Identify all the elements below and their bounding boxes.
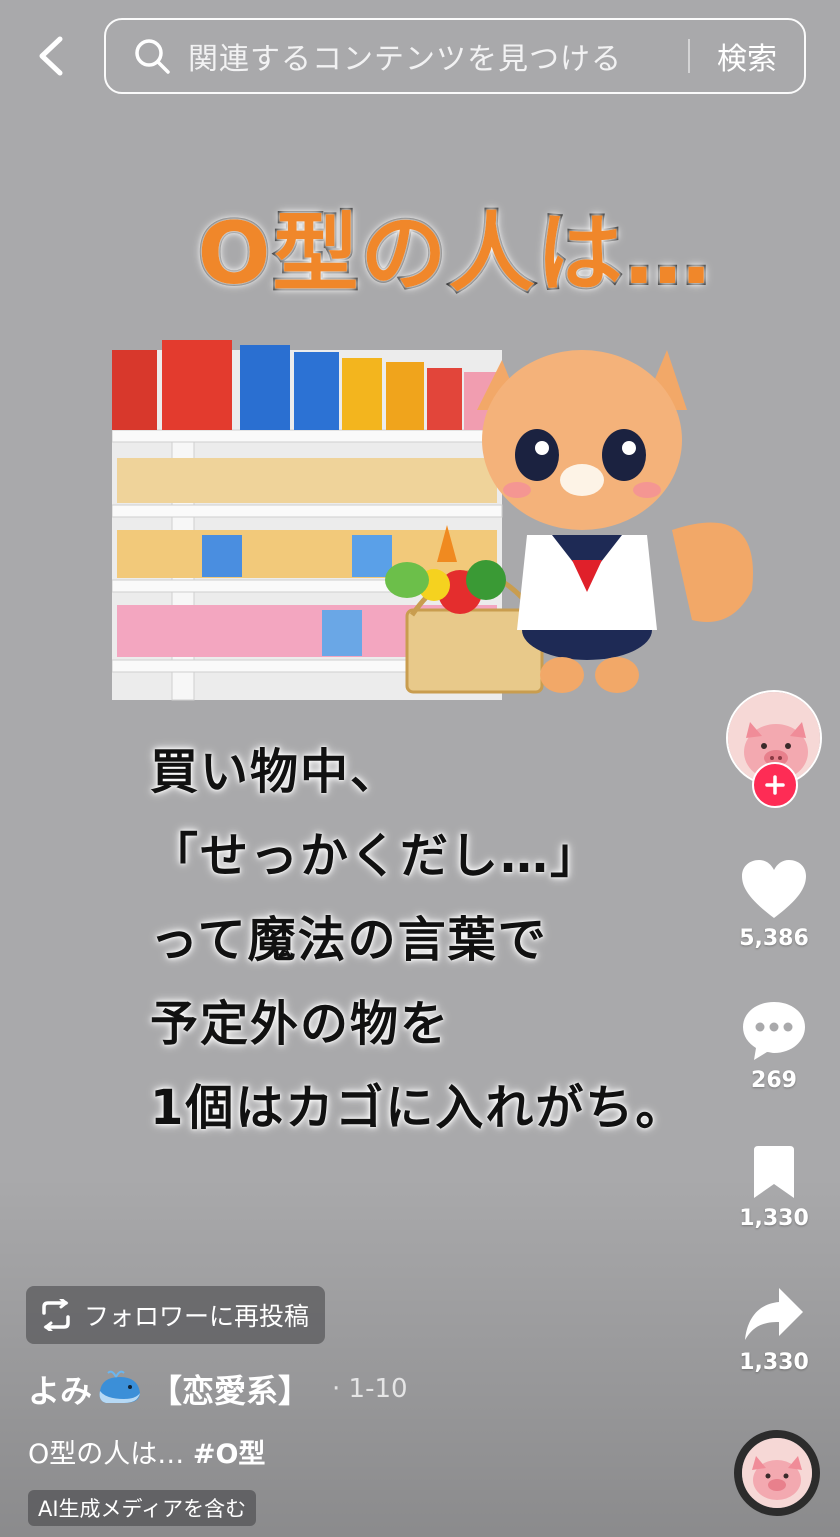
repost-button[interactable]: フォロワーに再投稿	[26, 1286, 326, 1344]
like-button[interactable]: 5,386	[728, 858, 820, 951]
search-button[interactable]: 検索	[690, 34, 804, 78]
repost-label: フォロワーに再投稿	[84, 1302, 310, 1331]
bottom-gradient	[0, 1177, 840, 1537]
author-tag: 【恋愛系】	[150, 1372, 311, 1410]
video-overlay-title: O型の人は…	[195, 202, 713, 306]
music-disc[interactable]	[734, 1430, 820, 1516]
ai-generated-label: AI生成メディアを含む	[28, 1490, 257, 1526]
search-placeholder: 関連するコンテンツを見つける	[188, 42, 622, 77]
share-button[interactable]: 1,330	[728, 1286, 820, 1375]
comment-button[interactable]: 269	[728, 1000, 820, 1093]
post-date: · 1-10	[332, 1374, 408, 1404]
share-count: 1,330	[739, 1350, 809, 1375]
comment-icon	[743, 1002, 805, 1060]
video-illustration	[112, 340, 753, 701]
bookmark-count: 1,330	[739, 1206, 809, 1231]
heart-icon	[742, 860, 806, 918]
chevron-left-icon	[39, 36, 63, 76]
repost-icon	[42, 1299, 70, 1331]
bookmark-button[interactable]: 1,330	[728, 1146, 820, 1231]
follow-button[interactable]	[752, 762, 798, 808]
caption-hashtag[interactable]: #O型	[193, 1439, 266, 1470]
video-overlay-text: 買い物中、 「せっかくだし…」 って魔法の言葉で 予定外の物を 1個はカゴに入れ…	[150, 744, 686, 1136]
video-caption: O型の人は… #O型	[28, 1432, 265, 1471]
bookmark-icon	[754, 1146, 794, 1198]
share-arrow-icon	[745, 1288, 803, 1340]
like-count: 5,386	[739, 926, 809, 951]
comment-count: 269	[751, 1068, 797, 1093]
search-input[interactable]: 関連するコンテンツを見つける 検索	[104, 18, 806, 94]
whale-emoji-icon	[99, 1370, 141, 1403]
author-row[interactable]: よみ 【恋愛系】 · 1-10	[28, 1366, 408, 1412]
back-button[interactable]	[28, 32, 72, 80]
search-icon	[135, 39, 170, 74]
plus-icon	[765, 775, 785, 795]
pig-music-cover-icon	[742, 1438, 812, 1508]
author-name[interactable]: よみ	[28, 1366, 92, 1412]
caption-text: O型の人は…	[28, 1439, 193, 1470]
